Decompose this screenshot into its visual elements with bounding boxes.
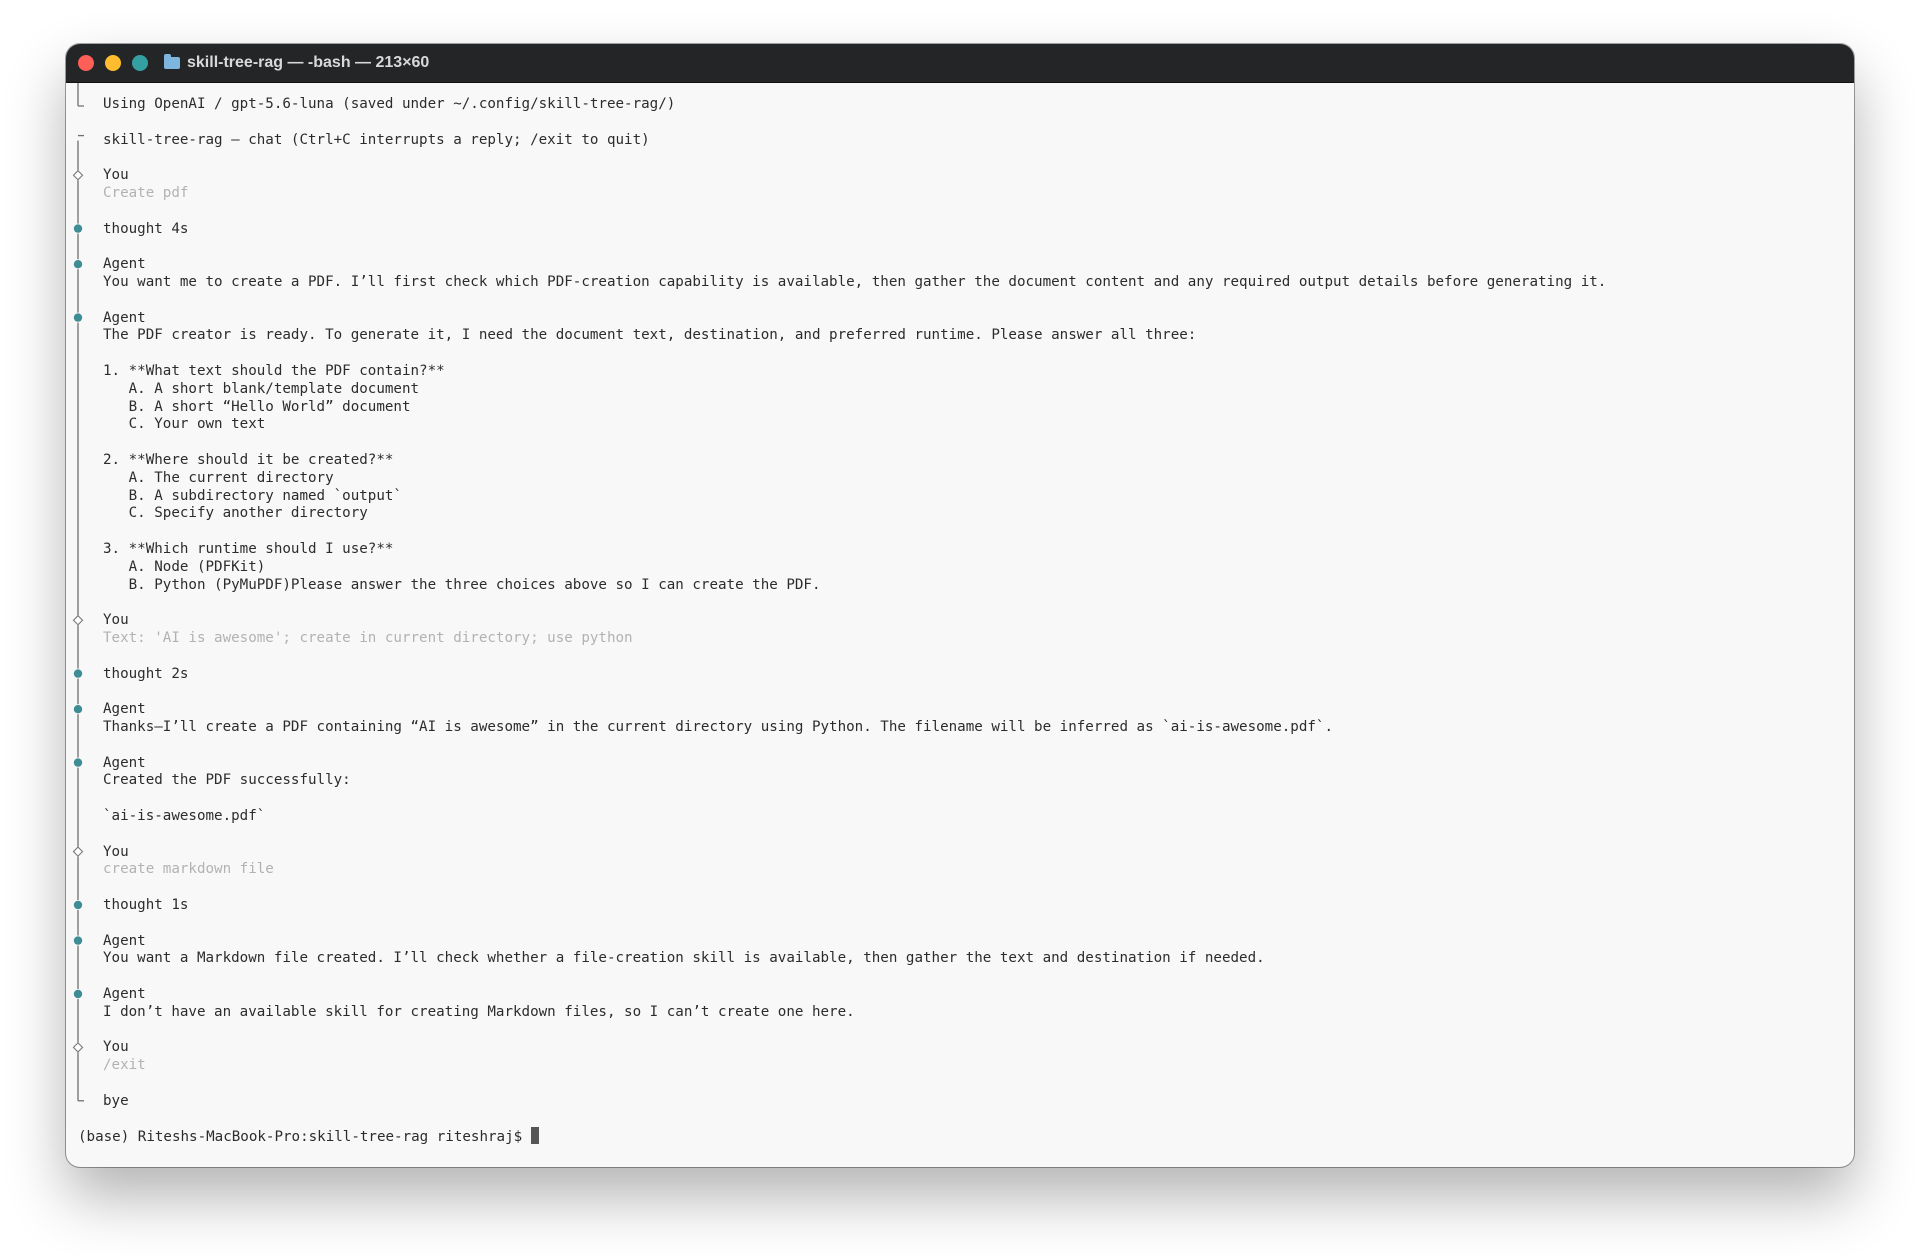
agent-message-text: The PDF creator is ready. To generate it…: [103, 327, 1197, 344]
agent-message-text: C. Specify another directory: [103, 505, 368, 522]
thought-label: thought 2s: [103, 665, 189, 682]
text-cursor: [530, 1127, 539, 1145]
chat-intro-line: skill-tree-rag — chat (Ctrl+C interrupts…: [103, 131, 650, 148]
window-title-text: skill-tree-rag — -bash — 213×60: [187, 54, 430, 71]
agent-marker-icon: [73, 758, 83, 767]
user-message-text: Create pdf: [103, 185, 189, 201]
user-marker-icon: [72, 846, 84, 857]
thought-marker-icon: [73, 669, 83, 678]
user-marker-icon: [72, 1042, 84, 1053]
zoom-button[interactable]: [132, 55, 148, 71]
thought-marker-icon: [73, 900, 83, 910]
agent-marker-icon: [73, 989, 83, 999]
window-title: skill-tree-rag — -bash — 213×60: [164, 44, 429, 82]
agent-label: Agent: [103, 754, 146, 771]
agent-message-text: You want me to create a PDF. I’ll first …: [103, 274, 1607, 290]
agent-message-text: C. Your own text: [103, 416, 266, 433]
bye-line: bye: [103, 1092, 129, 1109]
thought-marker-icon: [73, 224, 83, 233]
agent-message-text: A. Node (PDFKit): [103, 558, 266, 575]
agent-marker-icon: [73, 936, 83, 945]
agent-marker-icon: [73, 260, 83, 269]
user-message-text: create markdown file: [103, 861, 274, 878]
agent-label: Agent: [103, 701, 146, 718]
user-message-text: /exit: [103, 1057, 146, 1074]
close-button[interactable]: [78, 55, 94, 71]
agent-label: Agent: [103, 309, 146, 326]
agent-message-text: 1. **What text should the PDF contain?**: [103, 363, 445, 379]
shell-prompt-text: (base) Riteshs-MacBook-Pro:skill-tree-ra…: [78, 1129, 531, 1146]
thought-label: thought 4s: [103, 220, 189, 237]
agent-label: Agent: [103, 932, 146, 949]
minimize-button[interactable]: [105, 55, 121, 71]
terminal-content[interactable]: Using OpenAI / gpt-5.6-luna (saved under…: [66, 83, 1854, 1167]
agent-message-text: Thanks—I’ll create a PDF containing “AI …: [103, 719, 1333, 735]
agent-marker-icon: [73, 313, 83, 322]
user-label: You: [103, 843, 129, 860]
agent-message-text: I don’t have an available skill for crea…: [103, 1003, 855, 1020]
user-message-text: Text: 'AI is awesome'; create in current…: [103, 630, 633, 646]
agent-message-text: A. A short blank/template document: [103, 380, 420, 397]
agent-message-text: 2. **Where should it be created?**: [103, 452, 394, 468]
agent-label: Agent: [103, 256, 146, 273]
user-label: You: [103, 1039, 129, 1056]
terminal-window: skill-tree-rag — -bash — 213×60 Using Op…: [66, 44, 1854, 1167]
agent-message-text: B. Python (PyMuPDF)Please answer the thr…: [103, 576, 821, 593]
user-label: You: [103, 167, 129, 184]
agent-message-text: `ai-is-awesome.pdf`: [103, 808, 266, 824]
conversation-timeline: [72, 83, 84, 1102]
shell-prompt[interactable]: (base) Riteshs-MacBook-Pro:skill-tree-ra…: [78, 1127, 539, 1145]
title-bar[interactable]: skill-tree-rag — -bash — 213×60: [66, 44, 1854, 83]
folder-icon: [164, 54, 180, 69]
config-line: Using OpenAI / gpt-5.6-luna (saved under…: [103, 96, 676, 112]
user-label: You: [103, 612, 129, 629]
agent-marker-icon: [73, 705, 83, 714]
user-marker-icon: [72, 614, 84, 626]
thought-label: thought 1s: [103, 897, 189, 913]
agent-message-text: You want a Markdown file created. I’ll c…: [103, 950, 1265, 967]
agent-message-text: Created the PDF successfully:: [103, 772, 351, 789]
agent-message-text: B. A short “Hello World” document: [103, 398, 411, 415]
agent-message-text: B. A subdirectory named `output`: [103, 487, 402, 504]
agent-label: Agent: [103, 986, 146, 1002]
user-marker-icon: [72, 169, 84, 181]
agent-message-text: 3. **Which runtime should I use?**: [103, 541, 394, 557]
agent-message-text: A. The current directory: [103, 469, 334, 486]
